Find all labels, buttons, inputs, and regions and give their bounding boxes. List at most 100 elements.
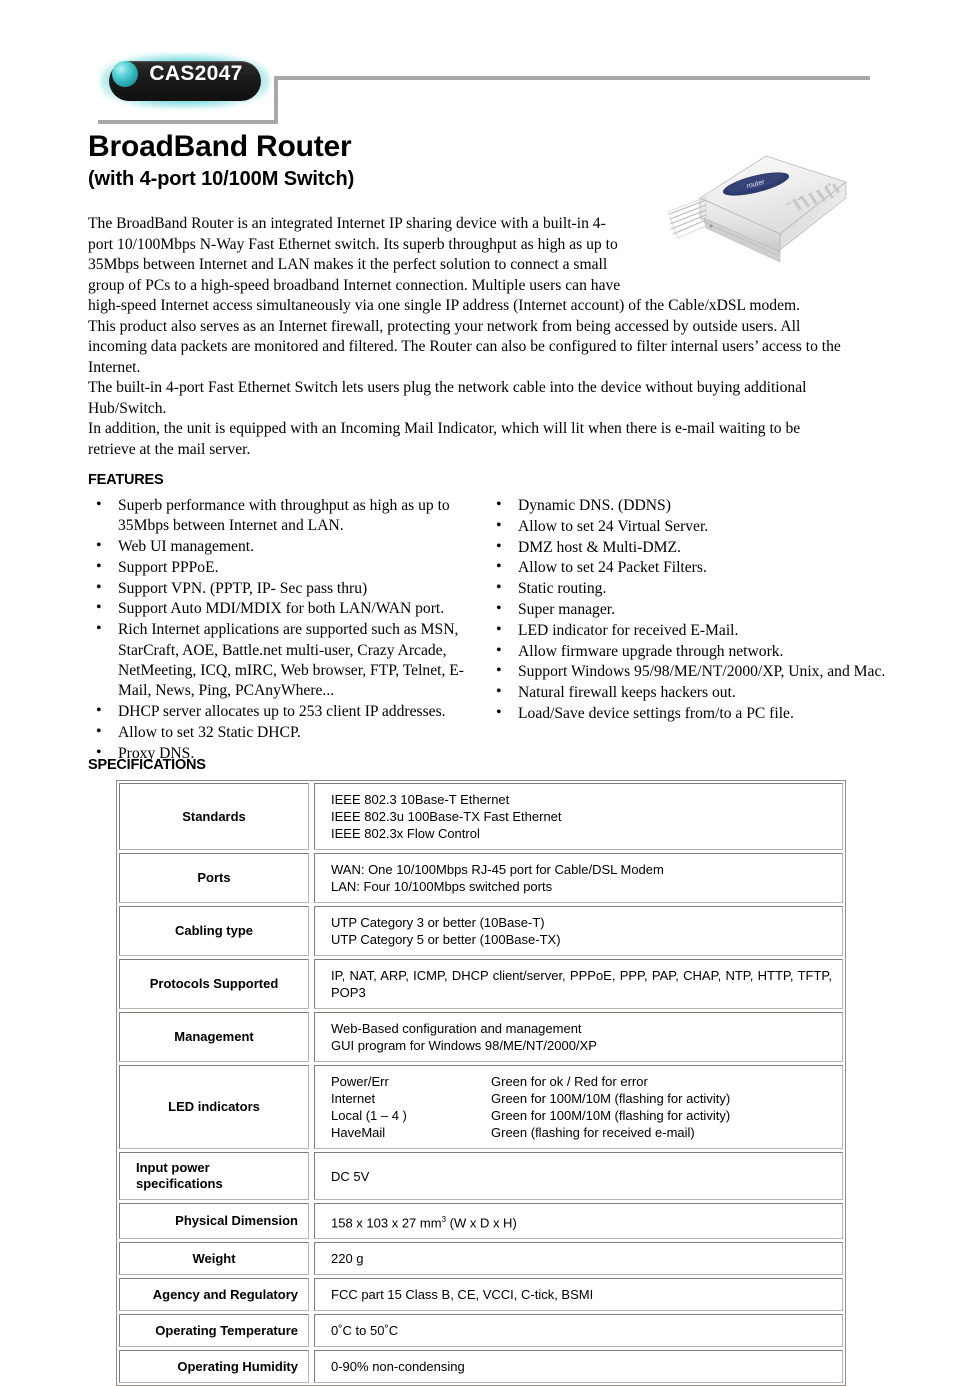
feature-list-item: LED indicator for received E-Mail. bbox=[488, 620, 888, 641]
features-column-left: Superb performance with throughput as hi… bbox=[88, 495, 468, 764]
spec-value-line: UTP Category 5 or better (100Base-TX) bbox=[331, 932, 561, 947]
feature-list-item: Support Auto MDI/MDIX for both LAN/WAN p… bbox=[88, 598, 468, 619]
intro-paragraph-3: The built-in 4-port Fast Ethernet Switch… bbox=[88, 379, 807, 417]
spec-value: UTP Category 3 or better (10Base-T) UTP C… bbox=[314, 906, 843, 956]
spec-value: 0-90% non-condensing bbox=[314, 1350, 843, 1384]
spec-row: Input power specifications DC 5V bbox=[119, 1152, 843, 1200]
spec-label: Ports bbox=[119, 853, 309, 903]
feature-list-item: Natural firewall keeps hackers out. bbox=[488, 682, 888, 703]
features-list-right: Dynamic DNS. (DDNS)Allow to set 24 Virtu… bbox=[488, 495, 888, 724]
feature-list-item: Allow to set 32 Static DHCP. bbox=[88, 722, 468, 743]
intro-paragraph-2: This product also serves as an Internet … bbox=[88, 317, 841, 376]
led-indicator-description: Green for ok / Red for error bbox=[491, 1074, 648, 1089]
spec-value-line: IEEE 802.3x Flow Control bbox=[331, 826, 480, 841]
led-indicator-name: HaveMail bbox=[331, 1125, 386, 1140]
intro-text: The BroadBand Router is an integrated In… bbox=[88, 214, 848, 460]
spec-row: Management Web-Based configuration and ma… bbox=[119, 1012, 843, 1062]
led-indicator-description: Green for 100M/10M (flashing for activit… bbox=[491, 1091, 731, 1106]
spec-label: Agency and Regulatory bbox=[119, 1278, 309, 1312]
spec-row: Weight 220 g bbox=[119, 1242, 843, 1276]
spec-value-line: 0-90% non-condensing bbox=[331, 1359, 465, 1375]
header-rule-vertical bbox=[274, 76, 278, 124]
features-column-right: Dynamic DNS. (DDNS)Allow to set 24 Virtu… bbox=[488, 495, 888, 725]
photo-text-wrap-spacer bbox=[626, 214, 848, 294]
intro-paragraph-4: In addition, the unit is equipped with a… bbox=[88, 420, 801, 458]
spec-value: 220 g bbox=[314, 1242, 843, 1276]
page-header: CAS2047 bbox=[0, 0, 954, 130]
feature-list-item: Super manager. bbox=[488, 599, 888, 620]
spec-value: IP, NAT, ARP, ICMP, DHCP client/server, … bbox=[314, 959, 843, 1009]
feature-list-item: Superb performance with throughput as hi… bbox=[88, 495, 468, 537]
led-indicator-row: Power/Err Green for ok / Red for error bbox=[331, 1073, 832, 1090]
spec-value-line: 158 x 103 x 27 mm3 (W x D x H) bbox=[331, 1215, 517, 1231]
led-indicator-row: HaveMail Green (flashing for received e-m… bbox=[331, 1124, 832, 1141]
spec-row: Operating Humidity 0-90% non-condensing bbox=[119, 1350, 843, 1384]
feature-list-item: DMZ host & Multi-DMZ. bbox=[488, 537, 888, 558]
feature-list-item: Web UI management. bbox=[88, 536, 468, 557]
spec-label: Weight bbox=[119, 1242, 309, 1276]
spec-value: IEEE 802.3 10Base-T Ethernet IEEE 802.3u … bbox=[314, 783, 843, 850]
specifications-heading: SPECIFICATIONS bbox=[88, 757, 206, 773]
spec-value-line: IEEE 802.3u 100Base-TX Fast Ethernet bbox=[331, 809, 562, 824]
spec-label: Operating Humidity bbox=[119, 1350, 309, 1384]
feature-list-item: Allow firmware upgrade through network. bbox=[488, 641, 888, 662]
spec-value: Power/Err Green for ok / Red for error Int… bbox=[314, 1065, 843, 1149]
spec-value-line: WAN: One 10/100Mbps RJ-45 port for Cable… bbox=[331, 862, 664, 877]
spec-label: Protocols Supported bbox=[119, 959, 309, 1009]
led-indicator-description: Green for 100M/10M (flashing for activit… bbox=[491, 1108, 731, 1123]
spec-value-line: IEEE 802.3 10Base-T Ethernet bbox=[331, 792, 510, 807]
feature-list-item: Static routing. bbox=[488, 578, 888, 599]
spec-value-line: GUI program for Windows 98/ME/NT/2000/XP bbox=[331, 1038, 597, 1053]
spec-label: Cabling type bbox=[119, 906, 309, 956]
spec-row: Ports WAN: One 10/100Mbps RJ-45 port for … bbox=[119, 853, 843, 903]
led-indicator-icon bbox=[112, 61, 138, 87]
feature-list-item: Support Windows 95/98/ME/NT/2000/XP, Uni… bbox=[488, 661, 888, 682]
led-indicator-row: Internet Green for 100M/10M (flashing for… bbox=[331, 1090, 832, 1107]
header-rule-top bbox=[278, 76, 870, 80]
led-indicator-row: Local (1 – 4 ) Green for 100M/10M (flashi… bbox=[331, 1107, 832, 1124]
spec-label: Input power specifications bbox=[119, 1152, 309, 1200]
feature-list-item: Allow to set 24 Packet Filters. bbox=[488, 557, 888, 578]
spec-value-line: 0˚C to 50˚C bbox=[331, 1323, 399, 1339]
spec-value: WAN: One 10/100Mbps RJ-45 port for Cable… bbox=[314, 853, 843, 903]
spec-row: Cabling type UTP Category 3 or better (10… bbox=[119, 906, 843, 956]
header-rule-bottom bbox=[98, 120, 278, 124]
spec-row: Standards IEEE 802.3 10Base-T Ethernet IEE… bbox=[119, 783, 843, 850]
spec-value-line: UTP Category 3 or better (10Base-T) bbox=[331, 915, 545, 930]
spec-label: Physical Dimension bbox=[119, 1203, 309, 1240]
spec-value: DC 5V bbox=[314, 1152, 843, 1200]
spec-value: Web-Based configuration and management GU… bbox=[314, 1012, 843, 1062]
led-indicator-name: Local (1 – 4 ) bbox=[331, 1108, 407, 1123]
spec-value-line: LAN: Four 10/100Mbps switched ports bbox=[331, 879, 553, 894]
page-title: BroadBand Router bbox=[88, 130, 352, 163]
feature-list-item: Allow to set 24 Virtual Server. bbox=[488, 516, 888, 537]
page-subtitle: (with 4-port 10/100M Switch) bbox=[88, 168, 355, 190]
spec-row: LED indicators Power/Err Green for ok / Re… bbox=[119, 1065, 843, 1149]
feature-list-item: DHCP server allocates up to 253 client I… bbox=[88, 701, 468, 722]
spec-label: Management bbox=[119, 1012, 309, 1062]
spec-row: Agency and Regulatory FCC part 15 Class B… bbox=[119, 1278, 843, 1312]
spec-label: Operating Temperature bbox=[119, 1314, 309, 1348]
feature-list-item: Dynamic DNS. (DDNS) bbox=[488, 495, 888, 516]
spec-value-line: DC 5V bbox=[331, 1168, 370, 1184]
feature-list-item: Load/Save device settings from/to a PC f… bbox=[488, 703, 888, 724]
features-heading: FEATURES bbox=[88, 472, 164, 488]
model-number-label: CAS2047 bbox=[149, 62, 243, 85]
specifications-table: Standards IEEE 802.3 10Base-T Ethernet IEE… bbox=[116, 780, 846, 1386]
feature-list-item: Rich Internet applications are supported… bbox=[88, 619, 468, 701]
feature-list-item: Support VPN. (PPTP, IP- Sec pass thru) bbox=[88, 578, 468, 599]
led-indicator-description: Green (flashing for received e-mail) bbox=[491, 1125, 695, 1140]
spec-row: Operating Temperature 0˚C to 50˚C bbox=[119, 1314, 843, 1348]
spec-value-line: 220 g bbox=[331, 1251, 364, 1267]
spec-value: FCC part 15 Class B, CE, VCCI, C-tick, B… bbox=[314, 1278, 843, 1312]
led-indicator-name: Internet bbox=[331, 1091, 376, 1106]
spec-value: 158 x 103 x 27 mm3 (W x D x H) bbox=[314, 1203, 843, 1240]
spec-value-line: Web-Based configuration and management bbox=[331, 1021, 582, 1036]
spec-label: LED indicators bbox=[119, 1065, 309, 1149]
spec-value-line: FCC part 15 Class B, CE, VCCI, C-tick, B… bbox=[331, 1287, 594, 1303]
feature-list-item: Support PPPoE. bbox=[88, 557, 468, 578]
spec-row: Physical Dimension 158 x 103 x 27 mm3 (W … bbox=[119, 1203, 843, 1240]
spec-value: 0˚C to 50˚C bbox=[314, 1314, 843, 1348]
spec-label: Standards bbox=[119, 783, 309, 850]
features-list-left: Superb performance with throughput as hi… bbox=[88, 495, 468, 764]
